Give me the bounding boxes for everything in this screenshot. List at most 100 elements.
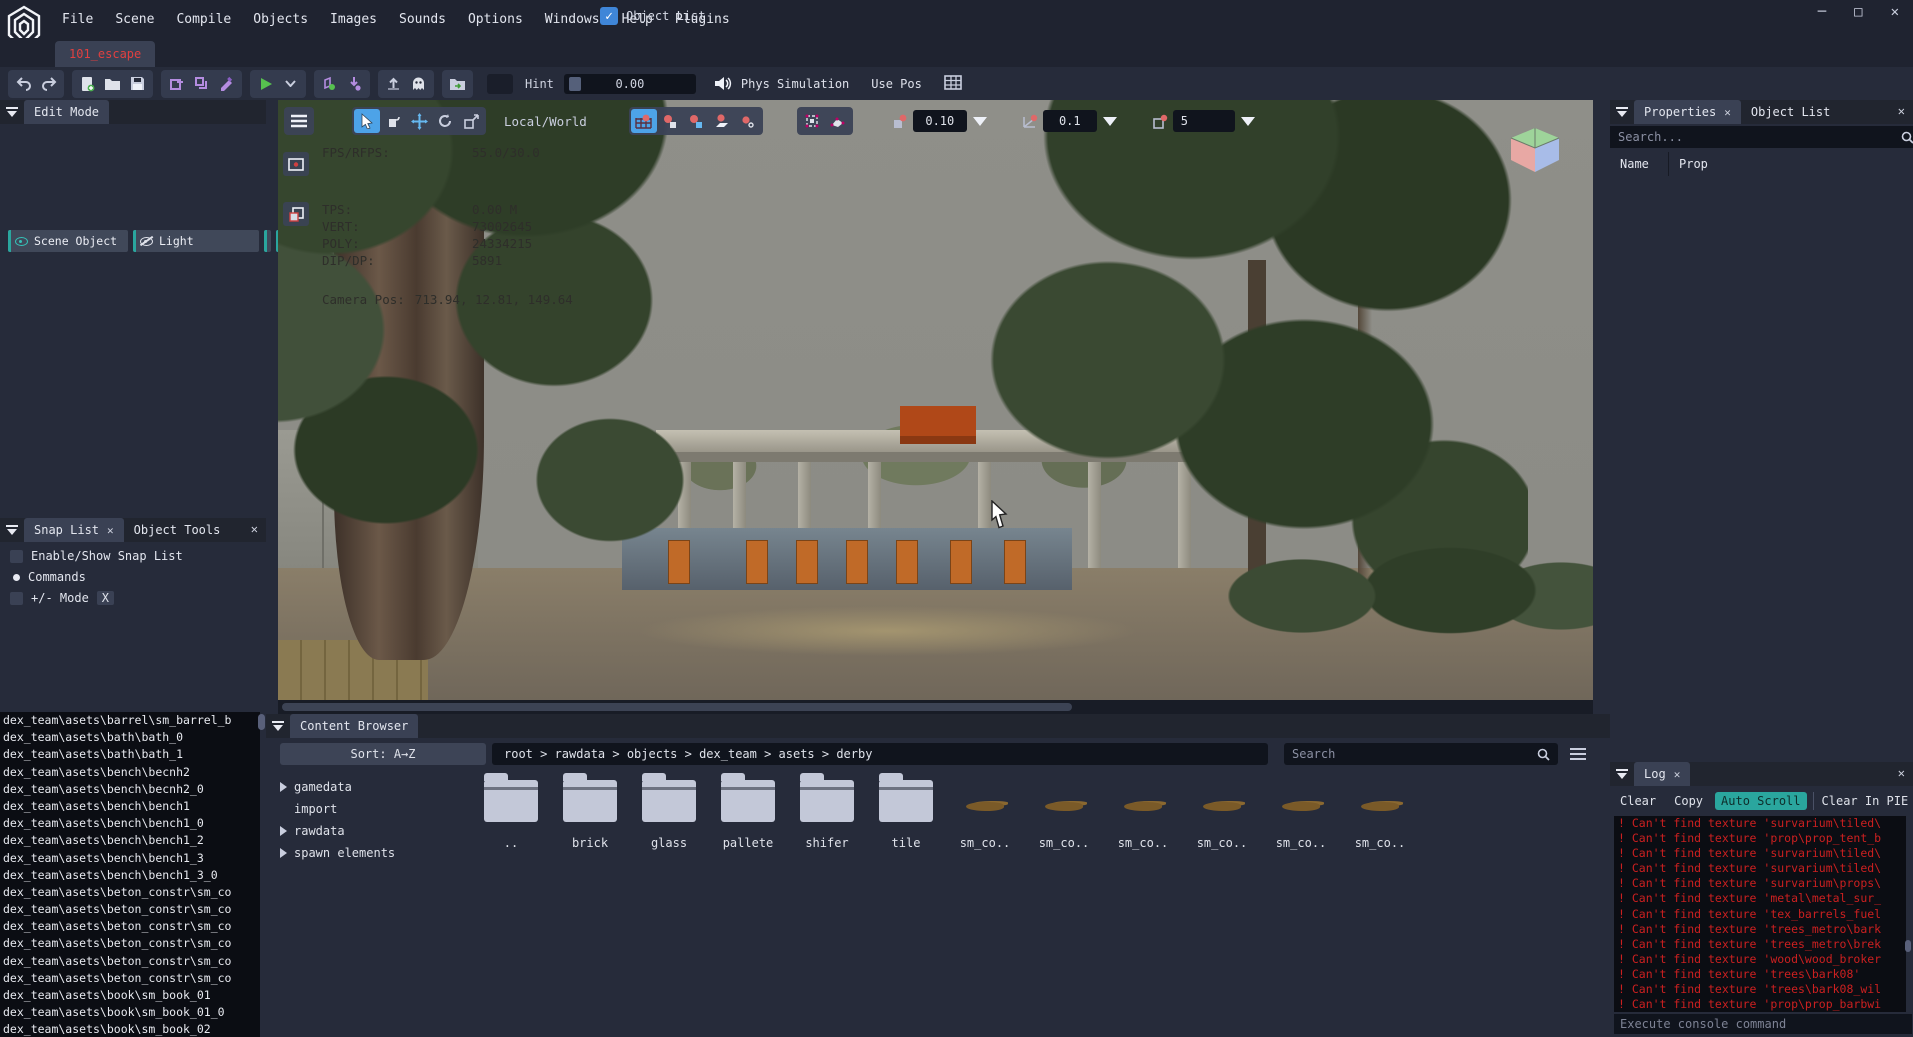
- scale-icon[interactable]: [458, 109, 484, 133]
- collapse-icon[interactable]: [6, 525, 18, 535]
- mode-clear-button[interactable]: X: [96, 591, 115, 605]
- edit-mode-light[interactable]: Light: [133, 230, 259, 252]
- commands-item[interactable]: Commands: [10, 570, 266, 584]
- pick-object-icon[interactable]: [380, 109, 406, 133]
- menu-sounds[interactable]: Sounds: [399, 12, 446, 27]
- angle-step-icon[interactable]: [1017, 109, 1043, 133]
- scrollbar-thumb[interactable]: [282, 703, 1072, 711]
- snap-list-item[interactable]: dex_team\asets\bench\bench1_3: [0, 850, 260, 867]
- snap-list-item[interactable]: dex_team\asets\bench\bench1_2: [0, 832, 260, 849]
- folder-[interactable]: ..: [480, 770, 542, 850]
- log-clear-button[interactable]: Clear: [1614, 792, 1662, 810]
- library-add-icon[interactable]: [164, 73, 189, 95]
- layers-icon[interactable]: [283, 202, 309, 226]
- asset-sm-co[interactable]: sm_co..: [1349, 770, 1411, 850]
- snap-list-item[interactable]: dex_team\asets\bath\bath_1: [0, 746, 260, 763]
- view-options-icon[interactable]: [1570, 748, 1586, 760]
- move-step-value[interactable]: 0.10: [912, 110, 967, 132]
- object-drop-icon[interactable]: [342, 73, 367, 95]
- edit-mode-sound-source[interactable]: Sound Source: [264, 230, 271, 252]
- viewport-menu-icon[interactable]: [286, 109, 312, 133]
- plane-select-icon[interactable]: [825, 109, 851, 133]
- expand-arrow-icon[interactable]: [280, 848, 287, 858]
- tab-snap-list[interactable]: Snap List ✕: [24, 518, 124, 542]
- asset-sm-co[interactable]: sm_co..: [1270, 770, 1332, 850]
- export-up-icon[interactable]: [381, 73, 406, 95]
- edit-mode-tab[interactable]: Edit Mode: [24, 100, 110, 124]
- hint-slider[interactable]: 0.00: [563, 73, 696, 94]
- snap-list-item[interactable]: dex_team\asets\bench\bench1_3_0: [0, 867, 260, 884]
- snap-list-item[interactable]: dex_team\asets\beton_constr\sm_co: [0, 953, 260, 970]
- snap-grid-icon[interactable]: [630, 109, 657, 133]
- snap-list-item[interactable]: dex_team\asets\book\sm_book_01: [0, 987, 260, 1004]
- play-icon[interactable]: [253, 73, 278, 95]
- folder-pallete[interactable]: pallete: [717, 770, 779, 850]
- tab-object-list[interactable]: Object List: [1741, 100, 1840, 124]
- redo-icon[interactable]: [36, 73, 61, 95]
- log-copy-button[interactable]: Copy: [1668, 792, 1709, 810]
- sort-button[interactable]: Sort: A→Z: [280, 743, 486, 765]
- tab-close-icon[interactable]: ✕: [107, 524, 114, 537]
- collapse-icon[interactable]: [1616, 769, 1628, 779]
- checkbox-checked-icon[interactable]: ✓: [600, 7, 618, 25]
- folder-tile[interactable]: tile: [875, 770, 937, 850]
- asset-sm-co[interactable]: sm_co..: [1033, 770, 1095, 850]
- panel-close-icon[interactable]: ✕: [1898, 766, 1905, 780]
- snap-list-item[interactable]: dex_team\asets\beton_constr\sm_co: [0, 935, 260, 952]
- viewport-3d[interactable]: FPS/RFPS: 55.0/30.0 TPS: 0.00 M VERT: 73002…: [278, 100, 1593, 700]
- column-prop[interactable]: Prop: [1679, 157, 1708, 171]
- play-options-chevron-icon[interactable]: [278, 73, 303, 95]
- snap-list-item[interactable]: dex_team\asets\bench\becnh2: [0, 764, 260, 781]
- properties-search-input[interactable]: Search...: [1610, 126, 1913, 148]
- menu-file[interactable]: File: [62, 12, 93, 27]
- tree-item-import[interactable]: import: [280, 798, 470, 820]
- console-command-input[interactable]: Execute console command: [1614, 1014, 1912, 1034]
- snap-face-icon[interactable]: [709, 109, 735, 133]
- file-list-scrollbar[interactable]: [258, 714, 265, 730]
- library-import-icon[interactable]: [189, 73, 214, 95]
- plus-minus-mode-checkbox[interactable]: +/- Mode X: [10, 591, 266, 605]
- edit-mode-scene-object[interactable]: Scene Object: [8, 230, 128, 252]
- panel-close-icon[interactable]: ✕: [251, 522, 258, 536]
- menu-images[interactable]: Images: [330, 12, 377, 27]
- rotate-icon[interactable]: [432, 109, 458, 133]
- collapse-icon[interactable]: [6, 107, 18, 117]
- chevron-down-icon[interactable]: [972, 116, 987, 126]
- menu-options[interactable]: Options: [468, 12, 523, 27]
- asset-sm-co[interactable]: sm_co..: [954, 770, 1016, 850]
- bbox-select-icon[interactable]: [799, 109, 825, 133]
- log-clear-in-pie-button[interactable]: Clear In PIE: [1812, 792, 1910, 810]
- folder-brick[interactable]: brick: [559, 770, 621, 850]
- hint-toggle-box[interactable]: [487, 73, 513, 94]
- close-button[interactable]: ✕: [1891, 4, 1899, 20]
- tab-object-tools[interactable]: Object Tools: [124, 518, 231, 542]
- snap-list-item[interactable]: dex_team\asets\barrel\sm_barrel_b: [0, 712, 260, 729]
- tree-item-rawdata[interactable]: rawdata: [280, 820, 470, 842]
- new-file-icon[interactable]: [75, 73, 100, 95]
- collapse-icon[interactable]: [272, 721, 284, 731]
- expand-arrow-icon[interactable]: [280, 782, 287, 792]
- snap-list-item[interactable]: dex_team\asets\book\sm_book_02: [0, 1021, 260, 1037]
- tab-properties[interactable]: Properties ✕: [1634, 100, 1741, 124]
- snap-list-item[interactable]: dex_team\asets\bench\bench1: [0, 798, 260, 815]
- checkbox-icon[interactable]: [10, 591, 23, 605]
- menu-compile[interactable]: Compile: [176, 12, 231, 27]
- snap-object-icon[interactable]: [657, 109, 683, 133]
- content-search-input[interactable]: Search: [1284, 743, 1558, 765]
- panel-close-icon[interactable]: ✕: [1898, 104, 1905, 118]
- tab-close-icon[interactable]: ✕: [1724, 106, 1731, 119]
- tree-item-spawn-elements[interactable]: spawn elements: [280, 842, 470, 864]
- save-icon[interactable]: [125, 73, 150, 95]
- maximize-button[interactable]: □: [1854, 4, 1862, 20]
- tab-101-escape[interactable]: 101_escape: [55, 41, 156, 67]
- snap-list-item[interactable]: dex_team\asets\book\sm_book_01_0: [0, 1004, 260, 1021]
- folder-glass[interactable]: glass: [638, 770, 700, 850]
- viewport-horizontal-scrollbar[interactable]: [278, 700, 1593, 714]
- axis-gizmo-cube[interactable]: [1507, 126, 1563, 174]
- menu-objects[interactable]: Objects: [253, 12, 308, 27]
- tree-item-gamedata[interactable]: gamedata: [280, 776, 470, 798]
- menu-windows[interactable]: Windows: [545, 12, 600, 27]
- angle-step-value[interactable]: 0.1: [1042, 110, 1097, 132]
- checkbox-icon[interactable]: [10, 549, 23, 563]
- tab-close-icon[interactable]: ✕: [1674, 768, 1681, 781]
